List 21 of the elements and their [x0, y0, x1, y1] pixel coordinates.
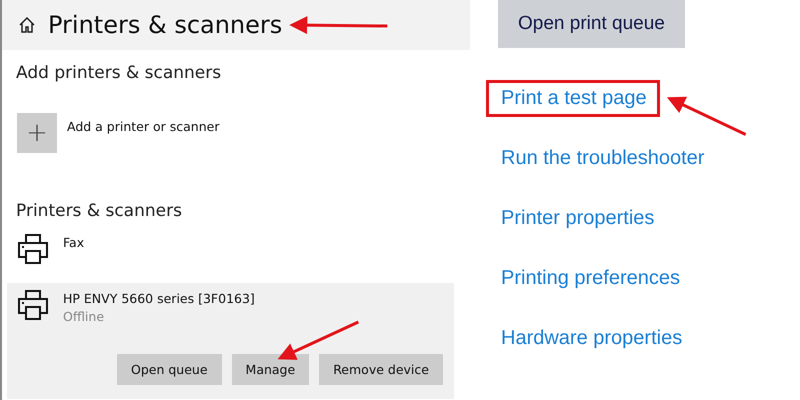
open-print-queue-button[interactable]: Open print queue — [498, 0, 685, 48]
settings-link[interactable]: Printing preferences — [501, 267, 680, 289]
printer-action-button[interactable]: Open queue — [117, 354, 222, 385]
printer-icon — [17, 233, 49, 265]
page-title: Printers & scanners — [48, 11, 282, 39]
section-heading: Add printers & scanners — [15, 63, 222, 83]
printer-name: Fax — [63, 235, 84, 250]
home-icon[interactable] — [18, 16, 36, 34]
printer-name: HP ENVY 5660 series [3F0163] — [63, 291, 255, 306]
settings-link[interactable]: Hardware properties — [501, 327, 682, 349]
section-heading: Printers & scanners — [15, 201, 183, 221]
printer-item[interactable]: HP ENVY 5660 series [3F0163] Offline Open queue Manage Remove device — [7, 283, 454, 399]
printer-status: Offline — [63, 309, 106, 324]
settings-link[interactable]: Run the troubleshooter — [501, 147, 704, 169]
printer-action-button[interactable]: Remove device — [319, 354, 443, 385]
settings-link[interactable]: Printer properties — [501, 207, 654, 229]
printer-icon — [17, 289, 49, 321]
printer-action-button[interactable]: Manage — [232, 354, 310, 385]
add-button[interactable]: + — [17, 113, 57, 153]
add-printer-label[interactable]: Add a printer or scanner — [67, 119, 220, 134]
settings-link[interactable]: Print a test page — [501, 87, 647, 109]
